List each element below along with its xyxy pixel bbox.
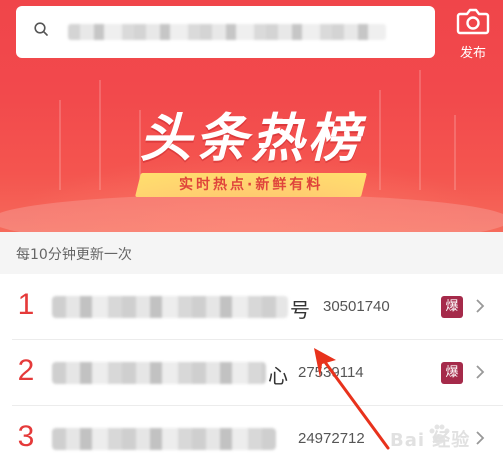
hot-count: 24972712: [298, 430, 365, 447]
chevron-right-icon: [476, 365, 485, 379]
search-bar[interactable]: [16, 6, 435, 58]
watermark: Bai 经验: [390, 418, 500, 460]
publish-button[interactable]: 发布: [448, 4, 498, 62]
item-title-obscured: [52, 362, 266, 384]
banner-title: 头条热榜: [139, 109, 364, 169]
watermark-text: Bai 经验: [390, 430, 471, 451]
chevron-right-icon: [476, 299, 485, 313]
hot-badge: 爆: [441, 362, 463, 384]
camera-icon: [456, 8, 490, 35]
item-title-obscured: [52, 428, 276, 450]
publish-label: 发布: [459, 46, 486, 61]
rank-number: 3: [17, 420, 35, 453]
item-title-tail: 号: [290, 298, 310, 322]
rank-number: 1: [17, 288, 35, 321]
hot-list-header: 发布 头条热榜 实时热点·新鲜有料: [0, 0, 503, 232]
item-title-tail: 心: [268, 364, 288, 388]
hot-count: 27539114: [298, 364, 364, 381]
banner-slogan: 实时热点·新鲜有料: [135, 173, 367, 197]
rank-number: 2: [17, 354, 35, 387]
hot-count: 30501740: [323, 298, 390, 315]
item-title-obscured: [52, 296, 288, 318]
banner-slogan-text: 实时热点·新鲜有料: [178, 177, 324, 193]
list-item[interactable]: 2 心 27539114 爆: [0, 340, 503, 406]
update-note-bar: 每10分钟更新一次: [0, 232, 503, 274]
update-note: 每10分钟更新一次: [16, 247, 132, 263]
list-item[interactable]: 1 号 30501740 爆: [0, 274, 503, 340]
search-query-obscured: [68, 24, 386, 40]
hot-badge: 爆: [441, 296, 463, 318]
search-icon: [34, 22, 48, 36]
